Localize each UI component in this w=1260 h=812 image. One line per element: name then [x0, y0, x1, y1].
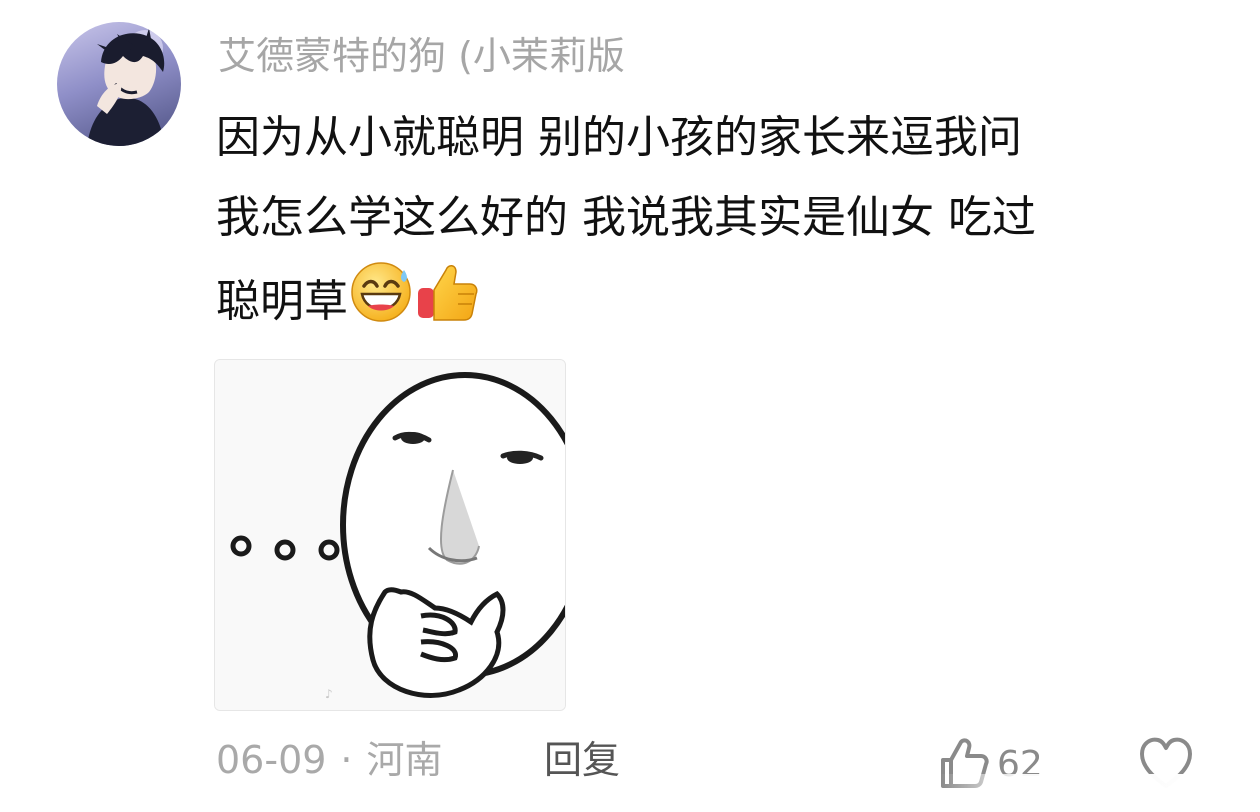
comment-date: 06-09	[216, 738, 327, 782]
comment-line: 我怎么学这么好的 我说我其实是仙女 吃过	[216, 192, 1036, 243]
thinking-face-meme-illustration: ♪	[215, 360, 565, 710]
meme-image[interactable]: ♪	[214, 359, 566, 711]
comment-meta: 06-09 · 河南	[216, 728, 443, 792]
comment-card: 艾德蒙特的狗 (小茉莉版 因为从小就聪明 别的小孩的家长来逗我问 我怎么学这么好…	[0, 0, 1260, 812]
meta-separator: ·	[340, 738, 353, 782]
watermark-overlay	[940, 774, 1260, 812]
comment-line-text: 聪明草	[216, 276, 348, 327]
reply-button[interactable]: 回复	[544, 728, 620, 792]
username[interactable]: 艾德蒙特的狗 (小茉莉版	[218, 30, 625, 82]
comment-line: 因为从小就聪明 别的小孩的家长来逗我问	[216, 112, 1022, 163]
thumbs-up-emoji	[418, 265, 478, 321]
comment-location: 河南	[366, 738, 443, 782]
grinning-sweat-emoji	[351, 262, 411, 322]
comment-line-last: 聪明草	[216, 258, 1206, 342]
svg-text:♪: ♪	[325, 687, 333, 701]
comment-text: 因为从小就聪明 别的小孩的家长来逗我问 我怎么学这么好的 我说我其实是仙女 吃过…	[216, 98, 1206, 342]
avatar[interactable]	[57, 22, 181, 146]
avatar-illustration	[87, 28, 165, 146]
